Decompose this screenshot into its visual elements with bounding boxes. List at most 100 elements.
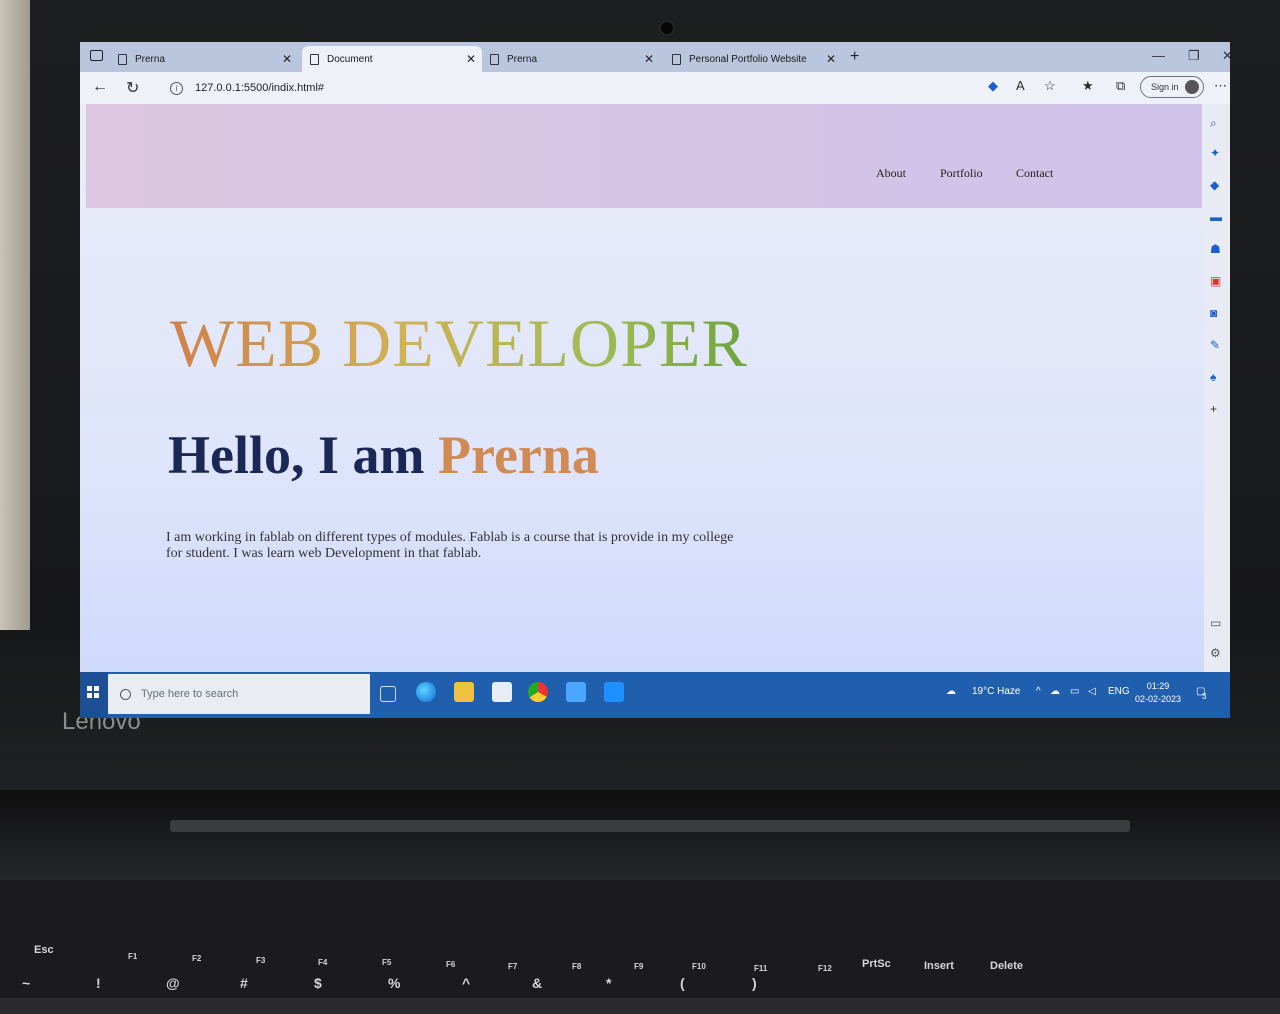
key-caret[interactable]: ^ — [462, 975, 470, 991]
sign-in-label: Sign in — [1151, 82, 1179, 92]
key-percent[interactable]: % — [388, 975, 400, 991]
page-icon — [672, 53, 681, 65]
shopping-icon[interactable]: ◆ — [1210, 178, 1219, 192]
settings-icon[interactable]: ⚙ — [1210, 646, 1221, 660]
tab-prerna-1[interactable]: Prerna ✕ — [118, 46, 298, 72]
nav-contact[interactable]: Contact — [1016, 166, 1053, 181]
hinge-bar — [170, 820, 1130, 832]
collections-icon[interactable]: ⧉ — [1116, 78, 1125, 94]
tab-title: Document — [327, 53, 373, 65]
key-f12[interactable]: F12 — [818, 964, 832, 1014]
add-sidebar-icon[interactable]: + — [1210, 402, 1217, 416]
store-icon[interactable] — [492, 682, 512, 702]
key-insert[interactable]: Insert — [924, 960, 954, 1010]
minimize-icon[interactable]: — — [1152, 48, 1165, 63]
close-tab-icon[interactable]: ✕ — [282, 52, 292, 66]
key-dollar[interactable]: $ — [314, 975, 322, 991]
url-text: 127.0.0.1:5500/indix.html# — [195, 82, 325, 94]
favorites-icon[interactable]: ★ — [1082, 78, 1094, 94]
nav-portfolio[interactable]: Portfolio — [940, 166, 983, 181]
key-exclamation[interactable]: ! — [96, 975, 101, 991]
key-esc[interactable]: Esc — [34, 944, 54, 994]
avatar — [1185, 80, 1199, 94]
shopping-tag-icon[interactable]: ◆ — [988, 78, 998, 94]
chevron-up-icon[interactable]: ^ — [1036, 686, 1041, 697]
key-f10[interactable]: F10 — [692, 962, 706, 1012]
key-f1[interactable]: F1 — [128, 952, 137, 1002]
key-tilde[interactable]: ~ — [22, 975, 30, 991]
drop-icon[interactable]: ✎ — [1210, 338, 1220, 352]
chrome-icon[interactable] — [528, 682, 548, 702]
key-paren-open[interactable]: ( — [680, 975, 685, 991]
greeting-name: Prerna — [437, 425, 599, 485]
close-tab-icon[interactable]: ✕ — [466, 52, 476, 66]
discover-icon[interactable]: ✦ — [1210, 146, 1220, 160]
key-at[interactable]: @ — [166, 975, 180, 991]
tab-strip: Prerna ✕ Document ✕ Prerna ✕ Personal Po… — [80, 42, 1230, 72]
laptop-hinge — [0, 790, 1280, 880]
close-tab-icon[interactable]: ✕ — [826, 52, 836, 66]
maximize-icon[interactable]: ❐ — [1188, 48, 1200, 64]
info-icon[interactable]: i — [170, 81, 183, 95]
start-button[interactable] — [80, 672, 108, 718]
add-favorite-icon[interactable]: ☆ — [1044, 78, 1056, 94]
language-indicator[interactable]: ENG — [1108, 686, 1130, 697]
key-f2[interactable]: F2 — [192, 954, 201, 1004]
back-icon[interactable]: ← — [92, 78, 108, 96]
key-f7[interactable]: F7 — [508, 962, 517, 1012]
url-field[interactable]: i 127.0.0.1:5500/indix.html# — [160, 76, 840, 100]
outlook-icon[interactable]: ◙ — [1210, 306, 1217, 320]
site-header: About Portfolio Contact — [86, 104, 1202, 208]
edge-sidebar: ⌕ ✦ ◆ ▬ ☗ ▣ ◙ ✎ ♠ + ▭ ⚙ — [1204, 104, 1230, 684]
new-tab-button[interactable]: + — [850, 48, 859, 66]
key-f3[interactable]: F3 — [256, 956, 265, 1006]
file-explorer-icon[interactable] — [454, 682, 474, 702]
key-f8[interactable]: F8 — [572, 962, 581, 1012]
nav-about[interactable]: About — [876, 166, 906, 181]
tab-title: Prerna — [135, 53, 166, 65]
weather-text[interactable]: 19°C Haze — [972, 686, 1020, 697]
game-icon[interactable]: ♠ — [1210, 370, 1216, 384]
sign-in-button[interactable]: Sign in — [1140, 76, 1204, 98]
people-icon[interactable]: ☗ — [1210, 242, 1221, 256]
tab-portfolio[interactable]: Personal Portfolio Website ✕ — [672, 46, 842, 72]
tools-icon[interactable]: ▬ — [1210, 210, 1222, 224]
clock[interactable]: 01:29 02-02-2023 — [1135, 680, 1181, 706]
tab-actions-icon[interactable] — [90, 50, 103, 61]
office-icon[interactable]: ▣ — [1210, 274, 1221, 288]
more-options-icon[interactable]: ⋯ — [1214, 78, 1227, 94]
vscode-icon[interactable] — [604, 682, 624, 702]
tab-title: Personal Portfolio Website — [689, 53, 807, 65]
key-f6[interactable]: F6 — [446, 960, 455, 1010]
refresh-icon[interactable]: ↻ — [126, 78, 139, 98]
weather-icon[interactable]: ☁ — [946, 686, 956, 697]
clock-date: 02-02-2023 — [1135, 694, 1182, 704]
task-view-icon[interactable] — [380, 686, 396, 702]
key-paren-close[interactable]: ) — [752, 975, 757, 991]
key-prtsc[interactable]: PrtSc — [862, 958, 891, 1008]
tab-prerna-2[interactable]: Prerna ✕ — [490, 46, 660, 72]
hero-title: WEB DEVELOPER — [170, 305, 748, 381]
webcam — [661, 22, 673, 34]
tab-document[interactable]: Document ✕ — [302, 46, 482, 72]
taskbar-search[interactable]: Type here to search — [108, 674, 370, 714]
key-delete[interactable]: Delete — [990, 960, 1023, 1010]
intro-text: I am working in fablab on different type… — [166, 530, 734, 561]
key-f9[interactable]: F9 — [634, 962, 643, 1012]
hide-sidebar-icon[interactable]: ▭ — [1210, 616, 1221, 630]
battery-icon[interactable]: ▭ — [1070, 686, 1079, 697]
edge-icon[interactable] — [416, 682, 436, 702]
screen: Prerna ✕ Document ✕ Prerna ✕ Personal Po… — [80, 42, 1230, 718]
network-icon[interactable]: ☁ — [1050, 686, 1060, 697]
key-ampersand[interactable]: & — [532, 975, 542, 991]
volume-icon[interactable]: ◁ — [1088, 686, 1096, 697]
key-asterisk[interactable]: * — [606, 975, 611, 991]
mail-icon[interactable] — [566, 682, 586, 702]
key-hash[interactable]: # — [240, 975, 248, 991]
address-bar: ← ↻ i 127.0.0.1:5500/indix.html# ◆ A ☆ ★… — [80, 72, 1230, 104]
search-icon[interactable]: ⌕ — [1210, 116, 1217, 131]
read-aloud-icon[interactable]: A — [1016, 78, 1025, 93]
close-tab-icon[interactable]: ✕ — [644, 52, 654, 66]
close-window-icon[interactable]: ✕ — [1222, 48, 1230, 64]
search-placeholder: Type here to search — [141, 688, 239, 700]
